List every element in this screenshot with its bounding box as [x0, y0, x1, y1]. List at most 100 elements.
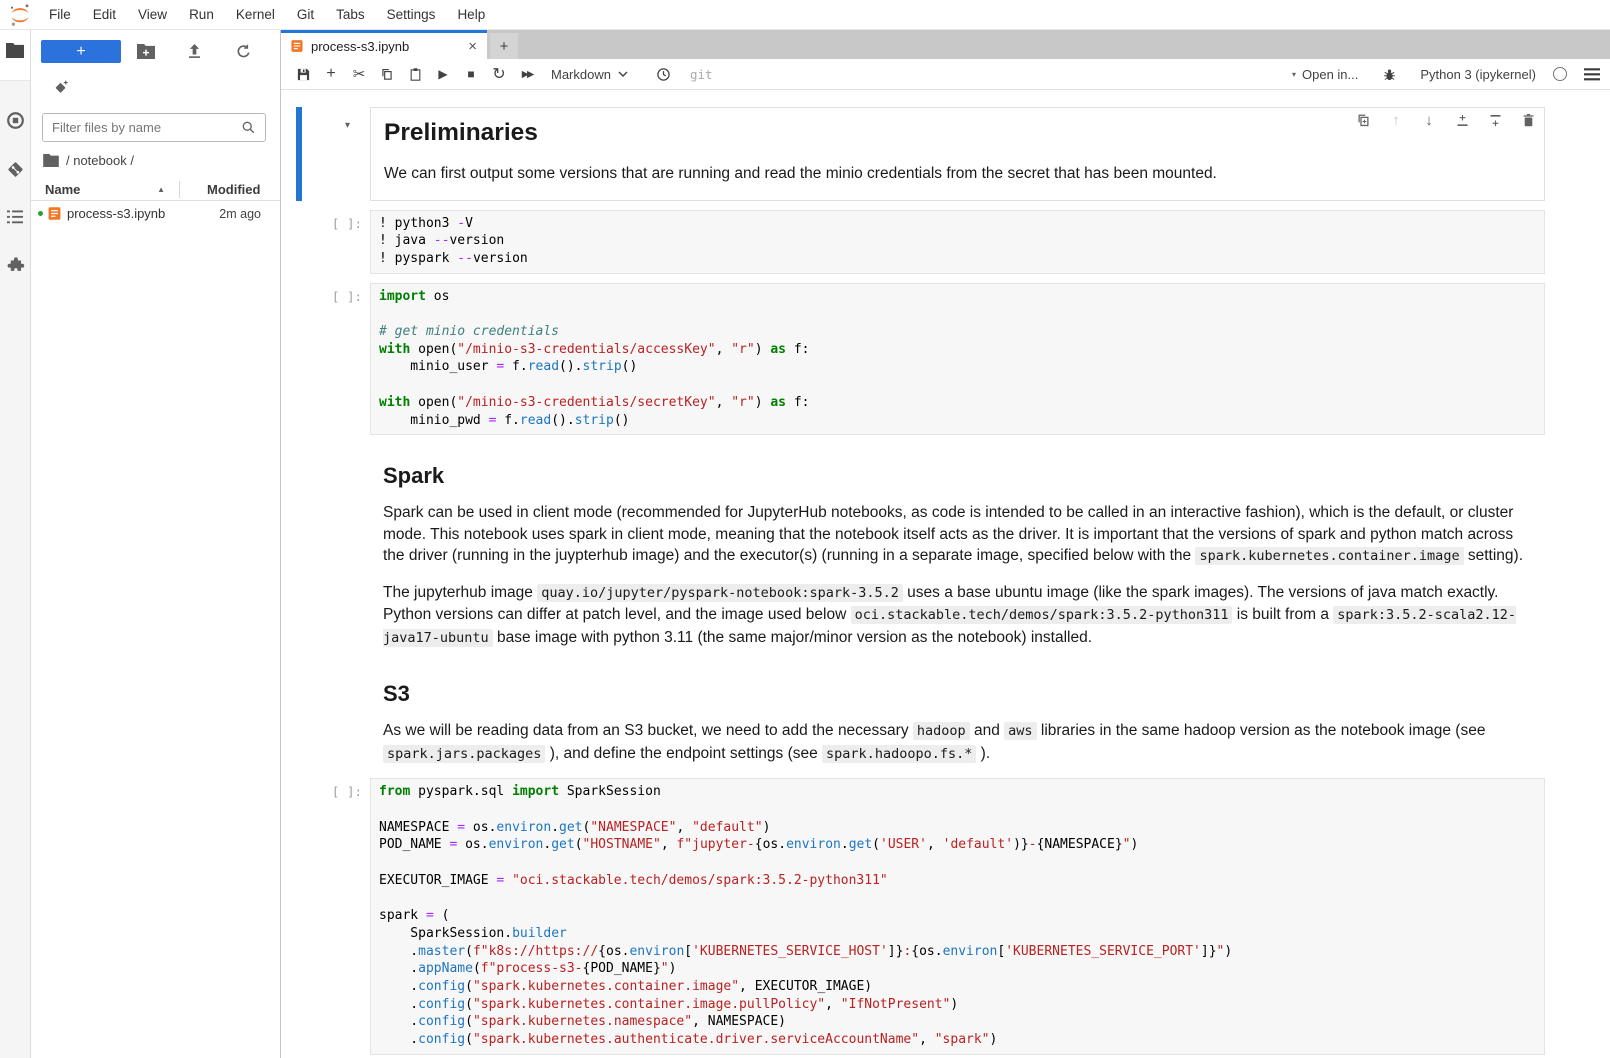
menu-item-run[interactable]: Run — [178, 7, 225, 22]
menu-item-tabs[interactable]: Tabs — [325, 7, 376, 22]
column-header-name[interactable]: Name ▲ — [31, 181, 180, 198]
markdown-paragraph: The jupyterhub image quay.io/jupyter/pys… — [383, 582, 1529, 650]
kernel-status-icon[interactable] — [1553, 67, 1567, 81]
toc-list-icon — [6, 209, 24, 225]
code-editor[interactable]: import os # get minio credentialswith op… — [370, 283, 1545, 436]
upload-button[interactable] — [170, 44, 219, 60]
inline-code: spark.kubernetes.container.image — [1195, 547, 1463, 565]
puzzle-icon — [6, 255, 25, 274]
new-folder-button[interactable] — [121, 44, 170, 59]
collapse-heading-icon[interactable]: ▾ — [345, 120, 350, 131]
tab-label: process-s3.ipynb — [311, 39, 461, 54]
paste-cells-button[interactable] — [401, 62, 429, 86]
breadcrumb-path: / notebook / — [66, 153, 134, 168]
code-editor[interactable]: from pyspark.sql import SparkSession NAM… — [370, 778, 1545, 1055]
restart-run-all-button[interactable]: ▶▶ — [513, 62, 541, 86]
sidebar-item-file-browser[interactable] — [0, 30, 30, 81]
cell-gutter: [ ]: — [281, 778, 370, 1055]
markdown-paragraph: Spark can be used in client mode (recomm… — [383, 502, 1529, 568]
restart-kernel-button[interactable]: ↻ — [485, 62, 513, 86]
code-editor[interactable]: ! python3 -V! java --version! pyspark --… — [370, 210, 1545, 274]
inline-code: quay.io/jupyter/pyspark-notebook:spark-3… — [537, 584, 903, 602]
markdown-heading: S3 — [383, 681, 1529, 707]
execution-count-prompt: [ ]: — [332, 784, 362, 799]
copy-cells-button[interactable] — [373, 62, 401, 86]
move-cell-down-button[interactable]: ↓ — [1420, 111, 1438, 129]
activity-bar — [0, 30, 31, 1058]
menu-item-view[interactable]: View — [127, 7, 178, 22]
breadcrumb[interactable]: / notebook / — [43, 153, 280, 168]
insert-cell-below-button[interactable] — [1486, 111, 1504, 129]
run-cell-button[interactable]: ▶ — [429, 62, 457, 86]
cut-cells-button[interactable]: ✂ — [345, 62, 373, 86]
menu-item-kernel[interactable]: Kernel — [225, 7, 286, 22]
stop-kernel-button[interactable]: ■ — [457, 62, 485, 86]
sidebar-item-git[interactable] — [6, 160, 25, 179]
delete-cell-button[interactable] — [1519, 111, 1537, 129]
cell-gutter: [ ]: — [281, 283, 370, 436]
code-cell[interactable]: [ ]: from pyspark.sql import SparkSession… — [281, 778, 1610, 1055]
code-cell[interactable]: [ ]: import os # get minio credentialswit… — [281, 283, 1610, 436]
filter-files-input[interactable]: Filter files by name — [42, 113, 266, 142]
dropdown-caret-icon: ▾ — [1292, 70, 1296, 79]
git-toolbar-label: git — [690, 67, 713, 82]
cell-toolbar: ↑ ↓ — [1348, 111, 1543, 129]
cell-gutter: ▾ — [281, 107, 370, 201]
move-cell-up-button[interactable]: ↑ — [1387, 111, 1405, 129]
home-folder-icon — [43, 154, 59, 167]
menu-item-git[interactable]: Git — [286, 7, 325, 22]
markdown-cell[interactable]: S3 As we will be reading data from an S3 … — [281, 662, 1610, 769]
file-name: process-s3.ipynb — [62, 206, 219, 221]
cell-type-label: Markdown — [551, 67, 611, 82]
save-button[interactable] — [289, 62, 317, 86]
kernel-name[interactable]: Python 3 (ipykernel) — [1420, 67, 1536, 82]
open-file-dot — [38, 211, 43, 216]
menu-bar-items: FileEditViewRunKernelGitTabsSettingsHelp — [38, 7, 496, 22]
git-icon — [6, 160, 25, 179]
sidebar-item-running-sessions[interactable] — [6, 111, 25, 130]
markdown-cell[interactable]: Spark Spark can be used in client mode (r… — [281, 444, 1610, 653]
search-icon — [241, 120, 256, 135]
cell-gutter: [ ]: — [281, 210, 370, 274]
menu-item-help[interactable]: Help — [446, 7, 496, 22]
menu-item-file[interactable]: File — [38, 7, 82, 22]
insert-cell-button[interactable]: + — [317, 62, 345, 86]
column-header-modified[interactable]: Modified — [180, 182, 260, 197]
notebook-cells: ↑ ↓ ▾PreliminariesWe can first output so… — [281, 90, 1610, 1058]
file-browser-toolbar: + — [31, 30, 280, 63]
code-cell[interactable]: [ ]:! python3 -V! java --version! pyspar… — [281, 210, 1610, 274]
cell-type-dropdown[interactable]: Markdown — [551, 67, 628, 82]
open-in-label: Open in... — [1302, 67, 1358, 82]
refresh-button[interactable] — [219, 43, 268, 60]
close-tab-icon[interactable]: × — [468, 38, 477, 55]
git-init-button[interactable] — [31, 63, 280, 96]
jupyterlab-window: FileEditViewRunKernelGitTabsSettingsHelp — [0, 0, 1610, 1058]
cell-gutter — [281, 662, 370, 769]
cell-gutter — [281, 444, 370, 653]
menu-item-edit[interactable]: Edit — [82, 7, 127, 22]
file-row[interactable]: process-s3.ipynb 2m ago — [31, 201, 280, 226]
open-in-dropdown[interactable]: ▾ Open in... — [1292, 67, 1358, 82]
filter-placeholder: Filter files by name — [52, 120, 161, 135]
new-tab-button[interactable]: + — [490, 33, 518, 59]
sidebar-item-extensions[interactable] — [6, 255, 25, 274]
inline-code: spark.hadoopo.fs.* — [822, 745, 976, 763]
execution-count-prompt: [ ]: — [332, 289, 362, 304]
markdown-heading: Spark — [383, 463, 1529, 489]
markdown-paragraph: As we will be reading data from an S3 bu… — [383, 720, 1529, 765]
execution-history-clock-icon[interactable] — [650, 62, 678, 86]
file-browser-panel: + Filter files by name — [31, 30, 281, 1058]
markdown-paragraph: We can first output some versions that a… — [384, 163, 1528, 185]
sidebar-item-table-of-contents[interactable] — [6, 209, 24, 225]
insert-cell-above-button[interactable] — [1453, 111, 1471, 129]
menu-item-settings[interactable]: Settings — [376, 7, 447, 22]
notebook-toolbar: + ✂ ▶ ■ ↻ ▶▶ Markdown — [281, 59, 1610, 90]
debugger-bug-icon[interactable] — [1375, 62, 1403, 86]
inline-code: aws — [1004, 722, 1036, 740]
chevron-down-icon — [618, 71, 628, 77]
hamburger-menu-icon[interactable] — [1584, 68, 1600, 81]
new-launcher-button[interactable]: + — [41, 40, 121, 63]
file-list-header: Name ▲ Modified — [31, 178, 280, 201]
tab-process-s3[interactable]: process-s3.ipynb × — [281, 30, 487, 59]
duplicate-cell-button[interactable] — [1354, 111, 1372, 129]
